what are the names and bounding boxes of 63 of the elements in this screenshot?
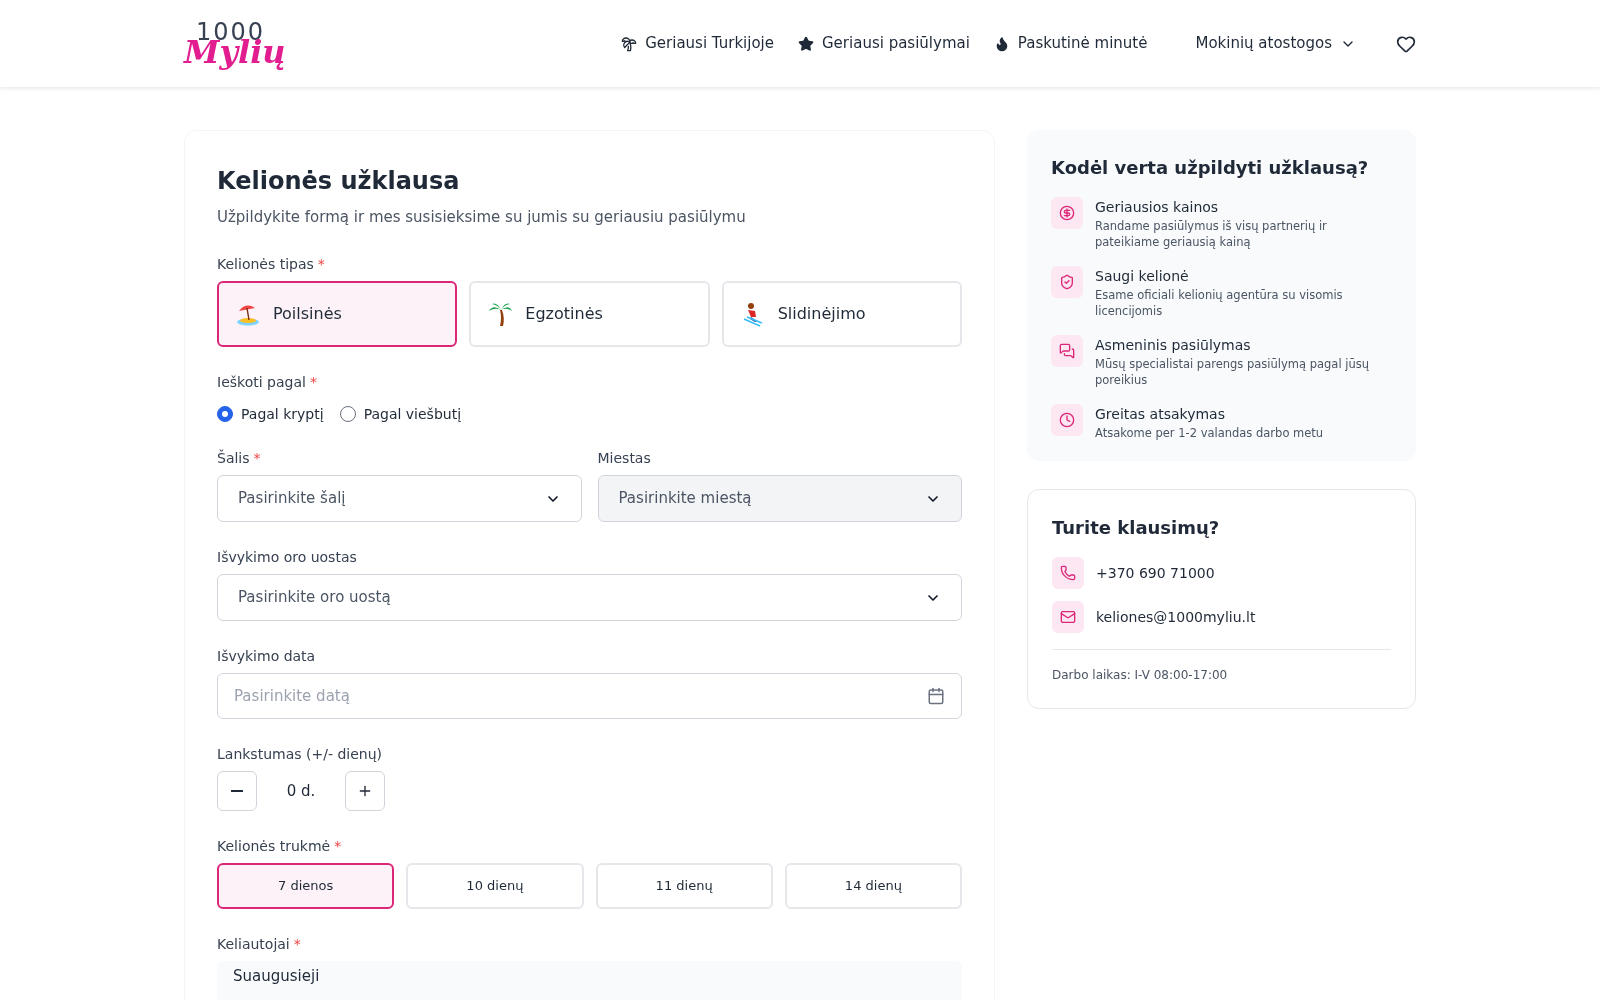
required-mark: * — [317, 255, 325, 273]
trip-type-option[interactable]: Egzotinės — [469, 281, 710, 347]
trip-type-option[interactable]: Poilsinės — [217, 281, 458, 347]
benefit-text: Randame pasiūlymus iš visų partnerių ir pateikiame geriausią kainą — [1095, 218, 1328, 250]
duration-option[interactable]: 14 dienų — [784, 863, 962, 909]
select-field[interactable]: Pasirinkite oro uostą — [217, 574, 962, 621]
logo[interactable]: 1000 Mylių — [184, 19, 286, 68]
benefit-text: Esame oficiali kelionių agentūra su visomis licencijomis — [1095, 287, 1344, 319]
benefit-title: Greitas atsakymas — [1095, 405, 1226, 424]
benefit-title: Geriausios kainos — [1095, 198, 1220, 217]
traveler-label: Suaugusieji — [233, 967, 320, 985]
form-subtitle: Užpildykite formą ir mes susisieksime su jumis su geriausiu pasiūlymu — [217, 207, 747, 228]
duration-option[interactable]: 10 dienų — [406, 863, 584, 909]
benefit-title: Saugi kelionė — [1095, 267, 1190, 286]
field-label: Miestas — [597, 449, 651, 467]
required-mark: * — [334, 837, 342, 855]
field-label: Lankstumas (+/- dienų) — [217, 745, 382, 763]
benefit-text: Mūsų specialistai parengs pasiūlymą pagal jūsų poreikius — [1095, 356, 1371, 388]
form-title: Kelionės užklausa — [217, 166, 461, 197]
field-label: Kelionės trukmė — [217, 837, 331, 855]
benefit-title: Asmeninis pasiūlymas — [1095, 336, 1252, 355]
required-mark: * — [293, 935, 301, 953]
radio-button[interactable] — [339, 406, 356, 422]
nav-link[interactable]: Mokinių atostogos — [1195, 32, 1356, 55]
required-mark: * — [253, 449, 261, 467]
nav-link[interactable]: Geriausi Turkijoje — [621, 32, 774, 55]
field-label: Šalis — [217, 449, 250, 467]
minus-icon — [231, 790, 243, 792]
field-label: Išvykimo oro uostas — [217, 548, 357, 566]
shield-check-icon — [1059, 274, 1075, 290]
favorites-icon[interactable] — [1396, 33, 1416, 54]
radio-button[interactable] — [217, 406, 233, 422]
clock-icon — [1059, 412, 1075, 428]
dollar-icon — [1059, 205, 1075, 221]
panel-title: Turite klausimų? — [1052, 516, 1221, 540]
contact-link[interactable]: keliones@1000myliu.lt — [1096, 606, 1256, 628]
field-label: Ieškoti pagal — [217, 373, 306, 391]
mail-icon — [1060, 609, 1076, 625]
duration-option[interactable]: 11 dienų — [595, 863, 773, 909]
panel-title: Kodėl verta užpildyti užklausą? — [1051, 156, 1370, 180]
working-hours: Darbo laikas: I-V 08:00-17:00 — [1052, 667, 1229, 684]
flexibility-value: 0 d. — [285, 780, 317, 802]
nav-link[interactable]: Paskutinė minutė — [993, 32, 1148, 55]
radio-label[interactable]: Pagal kryptį — [241, 403, 324, 425]
required-mark: * — [309, 373, 317, 391]
palm-tree-icon — [487, 301, 514, 327]
duration-option[interactable]: 7 dienos — [217, 863, 395, 909]
benefit-text: Atsakome per 1-2 valandas darbo metu — [1095, 425, 1324, 441]
contact-link[interactable]: +370 690 71000 — [1096, 562, 1215, 584]
increase-button[interactable] — [345, 771, 385, 811]
calendar-icon[interactable] — [927, 687, 945, 705]
plus-icon — [357, 783, 373, 799]
radio-label[interactable]: Pagal viešbutį — [363, 403, 462, 425]
select-field[interactable]: Pasirinkite šalį — [217, 475, 582, 522]
palm-icon — [621, 35, 638, 52]
field-label: Keliautojai — [217, 935, 290, 953]
star-icon — [798, 35, 814, 52]
trip-type-option[interactable]: Slidinėjimo — [721, 281, 962, 347]
field-label: Išvykimo data — [217, 647, 316, 665]
phone-icon — [1060, 565, 1076, 581]
chat-icon — [1059, 343, 1075, 359]
nav-link[interactable]: Geriausi pasiūlymai — [798, 32, 970, 55]
field-label: Kelionės tipas — [217, 255, 314, 273]
